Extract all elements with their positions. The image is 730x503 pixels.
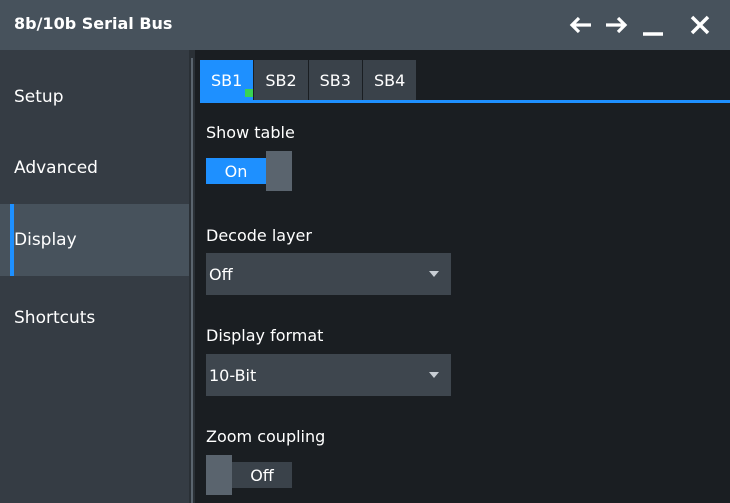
toggle-knob — [266, 151, 292, 191]
toggle-knob — [206, 455, 232, 495]
title-bar: 8b/10b Serial Bus — [0, 0, 730, 50]
decode-layer-select[interactable]: Off — [206, 253, 451, 295]
sidebar-item-label: Shortcuts — [14, 308, 96, 328]
window-title: 8b/10b Serial Bus — [14, 14, 173, 33]
sidebar-item-shortcuts[interactable]: Shortcuts — [0, 282, 189, 354]
display-format-label: Display format — [206, 326, 324, 345]
zoom-coupling-toggle[interactable]: Off — [206, 455, 292, 495]
tab-label: SB3 — [319, 70, 351, 90]
tab-label: SB4 — [373, 70, 406, 90]
sidebar-item-label: Setup — [14, 87, 64, 107]
tab-sb1[interactable]: SB1 — [200, 60, 254, 100]
toggle-value: Off — [232, 462, 292, 488]
sidebar-item-label: Advanced — [14, 158, 98, 178]
toggle-value: On — [206, 158, 266, 184]
show-table-label: Show table — [206, 123, 295, 142]
tab-sb3[interactable]: SB3 — [308, 60, 362, 100]
sidebar-item-display[interactable]: Display — [0, 204, 189, 276]
active-indicator-icon — [245, 89, 253, 97]
sidebar: Setup Advanced Display Shortcuts — [0, 50, 189, 503]
back-arrow-icon[interactable] — [566, 10, 596, 40]
tab-underline — [200, 100, 730, 103]
zoom-coupling-label: Zoom coupling — [206, 427, 326, 446]
forward-arrow-icon[interactable] — [601, 10, 631, 40]
chevron-down-icon — [429, 372, 439, 378]
chevron-down-icon — [429, 271, 439, 277]
display-format-select[interactable]: 10-Bit — [206, 354, 451, 396]
tab-label: SB1 — [211, 70, 243, 90]
sidebar-item-setup[interactable]: Setup — [0, 61, 189, 133]
sidebar-item-label: Display — [14, 230, 77, 250]
select-value: Off — [209, 264, 233, 284]
tab-sb2[interactable]: SB2 — [254, 60, 308, 100]
tab-label: SB2 — [265, 70, 297, 90]
minimize-icon[interactable] — [638, 10, 668, 40]
select-value: 10-Bit — [209, 365, 257, 385]
close-icon[interactable] — [685, 10, 715, 40]
sidebar-item-advanced[interactable]: Advanced — [0, 132, 189, 204]
show-table-toggle[interactable]: On — [206, 151, 292, 191]
tab-sb4[interactable]: SB4 — [362, 60, 417, 100]
decode-layer-label: Decode layer — [206, 226, 312, 245]
settings-panel: SB1 SB2 SB3 SB4 Show table On Decode lay… — [195, 50, 730, 503]
tab-bar: SB1 SB2 SB3 SB4 — [200, 60, 417, 100]
